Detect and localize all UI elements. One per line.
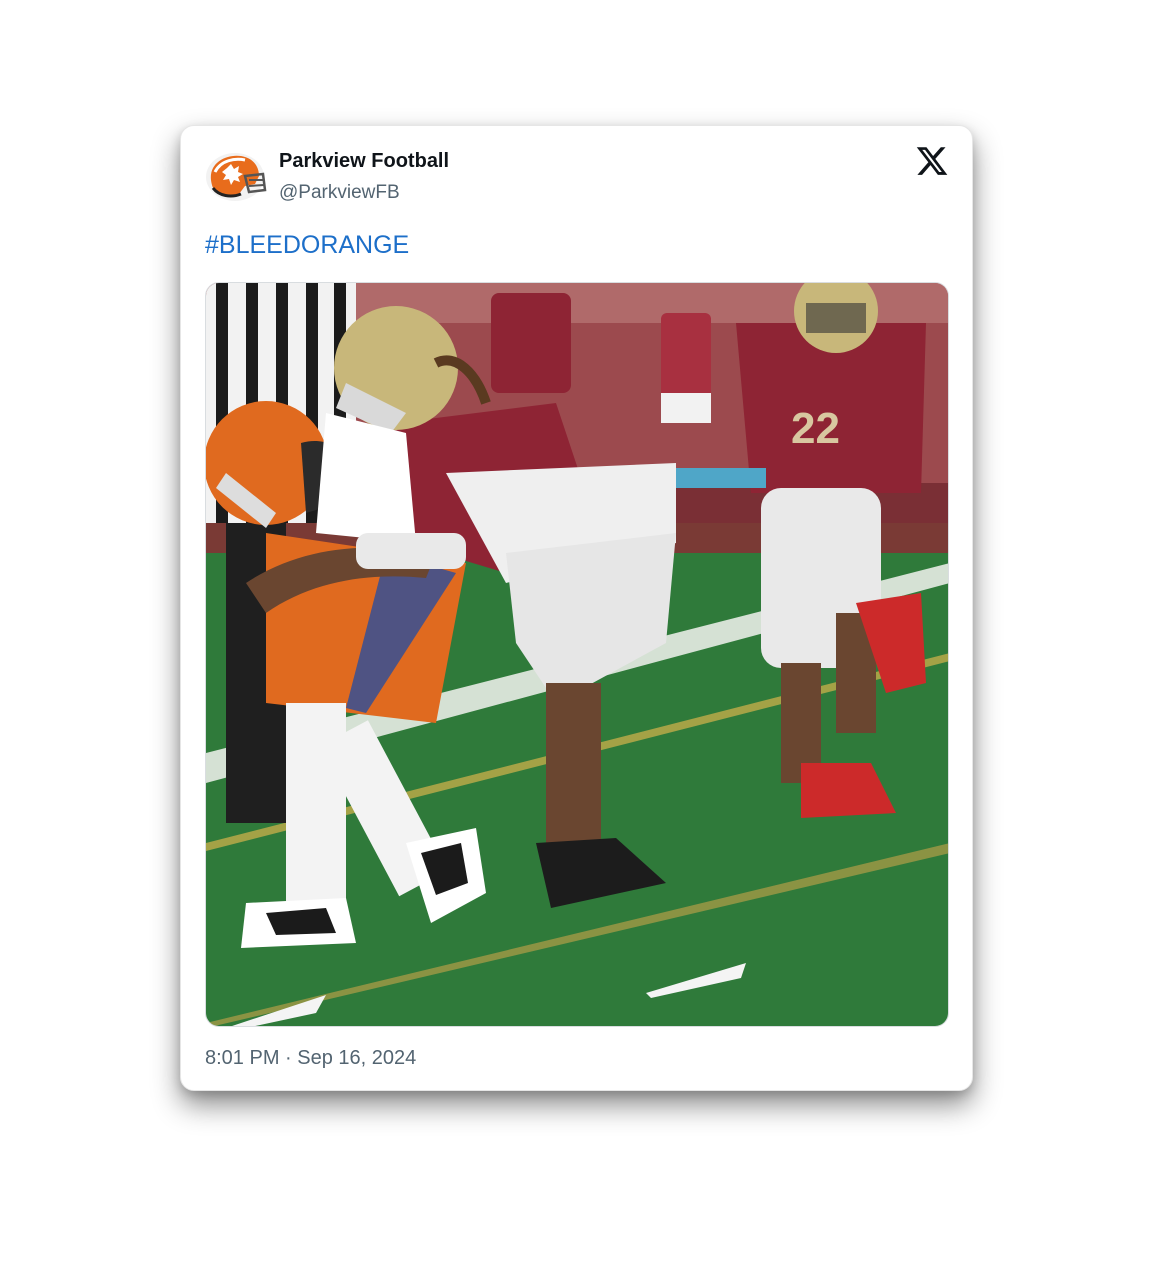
tweet-card[interactable]: Parkview Football @ParkviewFB #BLEEDORAN… xyxy=(180,125,973,1091)
x-logo-icon[interactable] xyxy=(915,144,949,178)
tweet-timestamp[interactable]: 8:01 PM · Sep 16, 2024 xyxy=(205,1047,416,1070)
tweet-photo[interactable]: 22 xyxy=(205,282,949,1027)
orange-football-helmet-icon[interactable] xyxy=(205,150,269,202)
svg-text:22: 22 xyxy=(791,404,840,453)
hashtag-link[interactable]: #BLEEDORANGE xyxy=(205,231,409,260)
user-handle[interactable]: @ParkviewFB xyxy=(279,182,400,204)
display-name[interactable]: Parkview Football xyxy=(279,150,449,173)
football-action-photo: 22 xyxy=(206,283,948,1026)
